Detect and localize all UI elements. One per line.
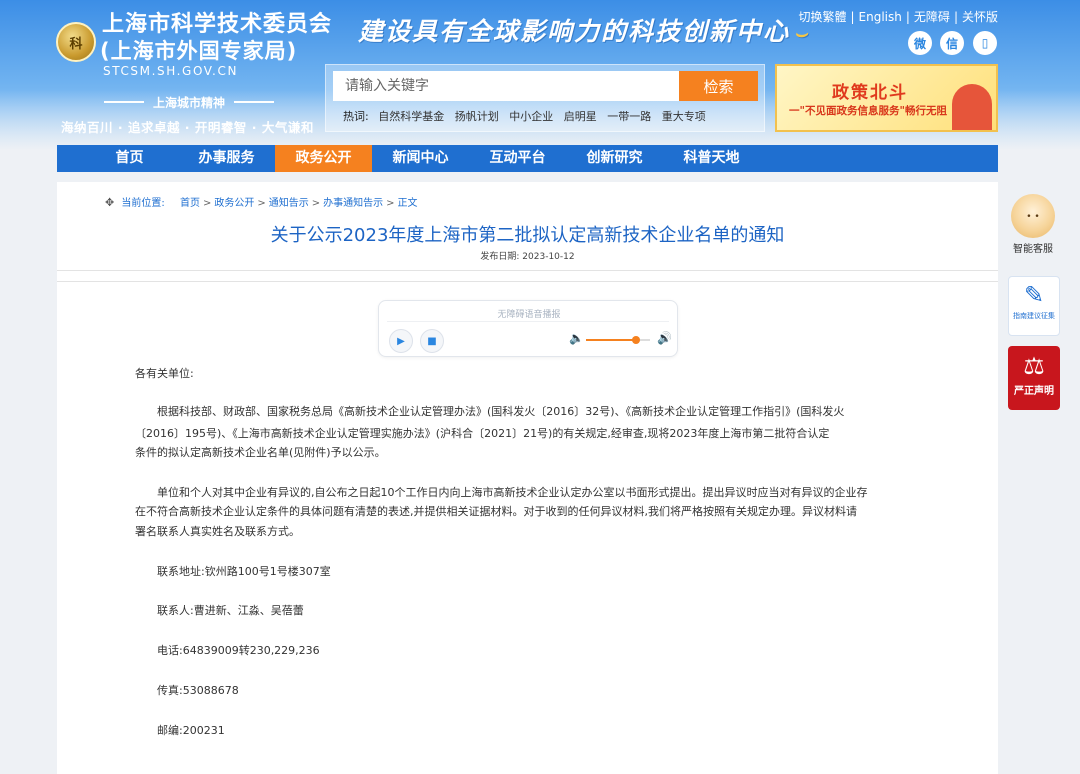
- hot-word-link[interactable]: 中小企业: [509, 110, 553, 123]
- nav-item-government-affairs[interactable]: 政务公开: [275, 145, 372, 172]
- link-separator: |: [850, 10, 855, 24]
- hot-words-label: 热词:: [343, 110, 369, 123]
- breadcrumb-home[interactable]: 首页: [180, 198, 200, 209]
- breadcrumb: ✥ 当前位置: 首页 > 政务公开 > 通知告示 > 办事通知告示 > 正文: [105, 194, 418, 209]
- nav-item-news[interactable]: 新闻中心: [372, 145, 469, 172]
- publish-date: 发布日期: 2023-10-12: [57, 249, 998, 262]
- smart-customer-service-widget[interactable]: 智能客服: [1006, 194, 1060, 255]
- volume-high-icon: 🔊: [657, 331, 672, 345]
- audio-player: 无障碍语音播报 ▶ ■ 🔈 🔊: [378, 300, 678, 357]
- site-domain: STCSM.SH.GOV.CN: [103, 64, 239, 78]
- link-english[interactable]: English: [859, 10, 902, 24]
- hot-word-link[interactable]: 自然科学基金: [378, 110, 444, 123]
- volume-slider-fill: [586, 339, 636, 341]
- article-greeting: 各有关单位:: [135, 367, 194, 380]
- gavel-icon: ⚖: [1023, 352, 1045, 380]
- site-subtitle[interactable]: (上海市外国专家局): [100, 38, 297, 64]
- breadcrumb-current: 正文: [397, 198, 418, 209]
- header-slogan: 建设具有全球影响力的科技创新中心 ⌣: [358, 12, 809, 48]
- hot-words: 热词: 自然科学基金 扬帆计划 中小企业 启明星 一带一路 重大专项: [343, 108, 713, 124]
- breadcrumb-government-affairs[interactable]: 政务公开: [214, 198, 254, 209]
- contact-phone: 电话:64839009转230,229,236: [157, 644, 320, 657]
- breadcrumb-arrow: >: [386, 198, 395, 209]
- nav-item-services[interactable]: 办事服务: [178, 145, 275, 172]
- stop-button[interactable]: ■: [420, 329, 444, 353]
- link-elderly-mode[interactable]: 关怀版: [962, 10, 998, 24]
- hot-word-link[interactable]: 扬帆计划: [455, 110, 499, 123]
- contact-address: 联系地址:钦州路100号1号楼307室: [157, 565, 331, 578]
- article-paragraph-1-line: 根据科技部、财政部、国家税务总局《高新技术企业认定管理办法》(国科发火〔2016…: [157, 405, 845, 418]
- logo-emblem-icon[interactable]: 科: [56, 22, 96, 62]
- guide-suggestion-label: 指南建议征集: [1013, 312, 1055, 320]
- link-traditional-chinese[interactable]: 切换繁體: [798, 10, 846, 24]
- wechat-icon[interactable]: 信: [940, 31, 964, 55]
- link-separator: |: [905, 10, 910, 24]
- nav-item-interaction[interactable]: 互动平台: [469, 145, 566, 172]
- banner-title: 政策北斗: [832, 83, 908, 103]
- location-icon: ✥: [105, 196, 115, 209]
- weibo-glyph: 微: [913, 36, 926, 51]
- solemn-statement-label: 严正声明: [1014, 386, 1054, 397]
- hot-word-link[interactable]: 重大专项: [662, 110, 706, 123]
- logo-emblem-text: 科: [69, 36, 83, 52]
- divider: [57, 270, 998, 271]
- banner-figure-icon: [952, 84, 992, 130]
- slogan-text: 建设具有全球影响力的科技创新中心: [358, 17, 791, 46]
- search-input[interactable]: [333, 71, 679, 101]
- link-separator: |: [953, 10, 958, 24]
- volume-slider-handle[interactable]: [631, 336, 640, 344]
- contact-persons: 联系人:曹进新、江淼、吴蓓蕾: [157, 604, 304, 617]
- breadcrumb-label: 当前位置:: [121, 198, 165, 209]
- nav-item-home[interactable]: 首页: [81, 145, 178, 172]
- audio-player-divider: [387, 321, 669, 322]
- solemn-statement-widget[interactable]: ⚖ 严正声明: [1008, 346, 1060, 410]
- volume-slider[interactable]: [586, 336, 650, 344]
- city-spirit-title: 上海城市精神: [104, 94, 274, 111]
- search-button[interactable]: 检索: [679, 71, 758, 101]
- contact-fax: 传真:53088678: [157, 684, 239, 697]
- audio-player-label: 无障碍语音播报: [497, 310, 561, 320]
- article-paragraph-1-line: 条件的拟认定高新技术企业名单(见附件)予以公示。: [135, 446, 386, 459]
- site-title[interactable]: 上海市科学技术委员会: [102, 12, 332, 38]
- hot-word-link[interactable]: 启明星: [564, 110, 597, 123]
- city-spirit-motto: 海纳百川 · 追求卓越 · 开明睿智 · 大气谦和: [61, 120, 314, 135]
- document-edit-icon: ✎: [1023, 281, 1045, 309]
- breadcrumb-notices[interactable]: 通知告示: [269, 198, 309, 209]
- play-button[interactable]: ▶: [389, 329, 413, 353]
- weibo-icon[interactable]: 微: [908, 31, 932, 55]
- publish-date-value: 2023-10-12: [522, 252, 575, 262]
- article-title: 关于公示2023年度上海市第二批拟认定高新技术企业名单的通知: [270, 225, 785, 246]
- guide-suggestion-widget[interactable]: ✎ 指南建议征集: [1008, 276, 1060, 336]
- policy-beidou-banner[interactable]: 政策北斗 一"不见面政务信息服务"畅行无阻: [775, 64, 998, 132]
- article-paragraph-2-line: 署名联系人真实姓名及联系方式。: [135, 525, 300, 538]
- nav-item-science-popularization[interactable]: 科普天地: [663, 145, 760, 172]
- stop-icon: ■: [427, 335, 437, 347]
- customer-service-avatar-icon: [1011, 194, 1055, 238]
- smart-customer-service-label: 智能客服: [1013, 244, 1053, 255]
- hot-word-link[interactable]: 一带一路: [607, 110, 651, 123]
- breadcrumb-arrow: >: [257, 198, 266, 209]
- link-accessibility[interactable]: 无障碍: [914, 10, 950, 24]
- play-icon: ▶: [397, 335, 405, 347]
- wechat-glyph: 信: [945, 36, 958, 51]
- mobile-glyph: ▯: [981, 36, 989, 50]
- top-links: 切换繁體 | English | 无障碍 | 关怀版: [798, 8, 998, 25]
- volume-low-icon: 🔈: [569, 331, 584, 345]
- contact-postcode: 邮编:200231: [157, 724, 225, 737]
- main-nav: 首页 办事服务 政务公开 新闻中心 互动平台 创新研究 科普天地: [57, 145, 998, 172]
- breadcrumb-service-notices[interactable]: 办事通知告示: [323, 198, 383, 209]
- publish-date-label: 发布日期:: [480, 252, 520, 262]
- breadcrumb-arrow: >: [202, 198, 212, 209]
- divider: [57, 281, 998, 282]
- article-paragraph-2-line: 在不符合高新技术企业认定条件的具体问题有清楚的表述,并提供相关证据材料。对于收到…: [135, 505, 857, 518]
- mobile-icon[interactable]: ▯: [973, 31, 997, 55]
- nav-item-innovation-research[interactable]: 创新研究: [566, 145, 663, 172]
- breadcrumb-arrow: >: [311, 198, 321, 209]
- banner-subtitle: 一"不见面政务信息服务"畅行无阻: [789, 105, 947, 117]
